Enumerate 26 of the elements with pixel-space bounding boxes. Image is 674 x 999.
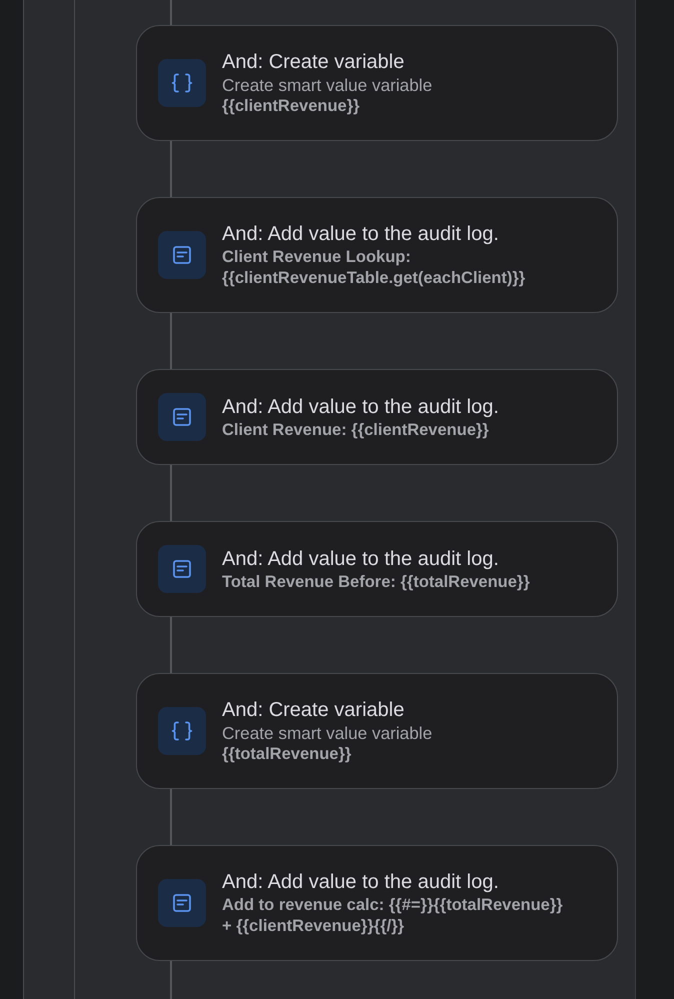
step-card[interactable]: And: Add value to the audit log. Add to revenue calc: {{#=}}{{totalRevenue}} + {{clientRevenue}}{{/}} — [136, 845, 618, 961]
variable-name: {{clientRevenue}} — [222, 96, 361, 117]
document-icon — [158, 545, 206, 593]
log-message: Add to revenue calc: {{#=}}{{totalRevenue}} + {{clientRevenue}}{{/}} — [222, 895, 564, 937]
step-description: Create smart value variable — [222, 75, 434, 96]
step-card[interactable]: And: Create variable Create smart value variable {{totalRevenue}} — [136, 673, 618, 789]
braces-icon — [158, 59, 206, 107]
step-title: And: Add value to the audit log. — [222, 394, 500, 420]
step-title: And: Add value to the audit log. — [222, 870, 500, 895]
step-description: Create smart value variable — [222, 723, 434, 744]
log-message: Client Revenue Lookup: {{clientRevenueTable.get(eachClient)}} — [222, 247, 526, 289]
document-icon — [158, 231, 206, 279]
braces-icon — [158, 707, 206, 755]
log-message: Total Revenue Before: {{totalRevenue}} — [222, 572, 531, 592]
log-message: Client Revenue: {{clientRevenue}} — [222, 420, 490, 440]
step-card[interactable]: And: Create variable Create smart value variable {{clientRevenue}} — [136, 25, 618, 141]
document-icon — [158, 879, 206, 927]
step-title: And: Create variable — [222, 698, 406, 723]
step-title: And: Add value to the audit log. — [222, 546, 500, 572]
step-card[interactable]: And: Add value to the audit log. Client Revenue: {{clientRevenue}} — [136, 369, 618, 465]
variable-name: {{totalRevenue}} — [222, 744, 352, 765]
document-icon — [158, 393, 206, 441]
step-title: And: Create variable — [222, 50, 406, 75]
step-title: And: Add value to the audit log. — [222, 222, 500, 247]
step-card[interactable]: And: Add value to the audit log. Client Revenue Lookup: {{clientRevenueTable.get(eachClient)}} — [136, 197, 618, 313]
step-card[interactable]: And: Add value to the audit log. Total Revenue Before: {{totalRevenue}} — [136, 521, 618, 617]
